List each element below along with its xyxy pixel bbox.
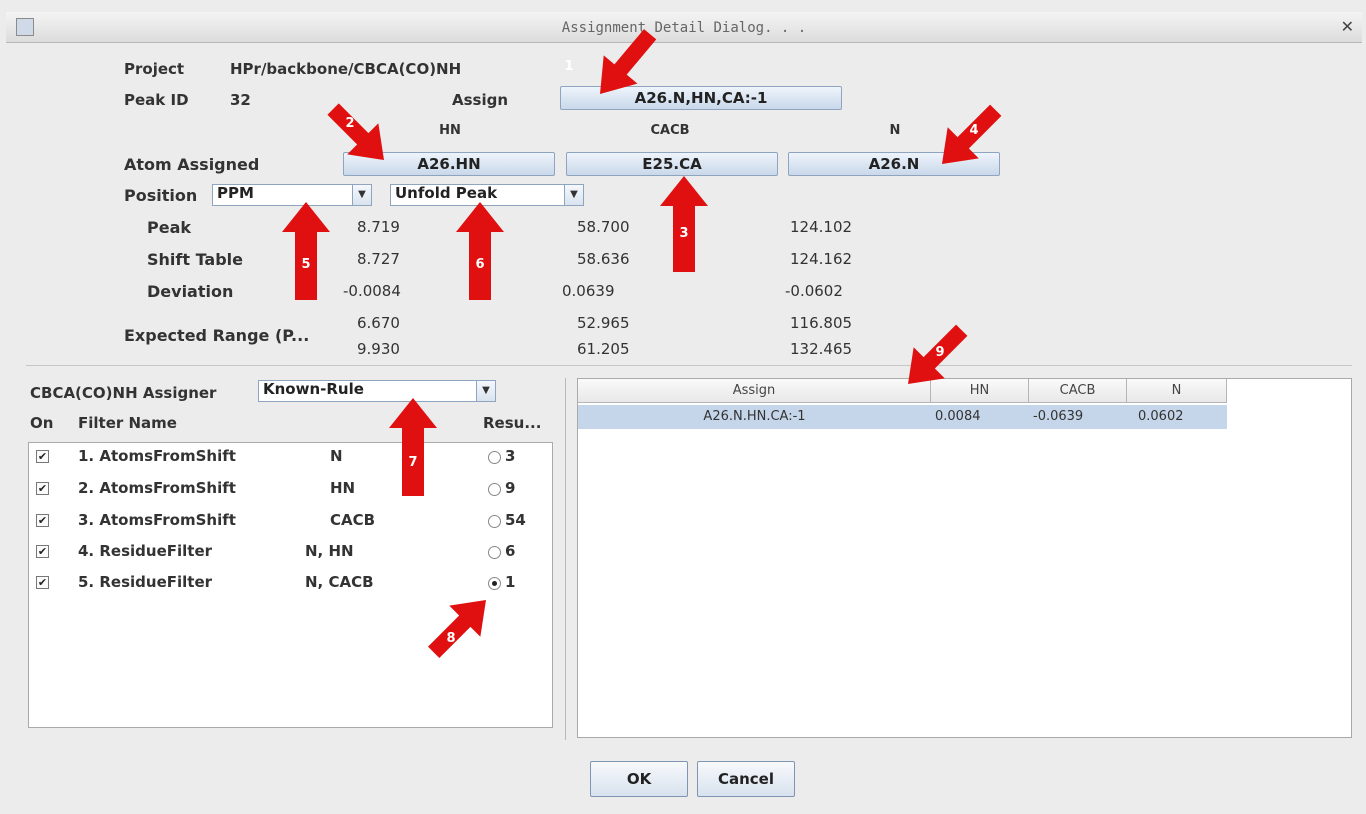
annotation-arrow-8 [428,600,486,658]
annotation-arrow-6 [456,202,504,300]
annotation-label-6: 6 [475,257,484,272]
annotation-label-8: 8 [446,631,455,646]
annotation-label-3: 3 [679,226,688,241]
annotation-arrow-1 [600,29,657,94]
annotation-label-7: 7 [408,455,417,470]
annotation-label-4: 4 [969,123,978,138]
annotation-label-9: 9 [935,345,944,360]
annotation-arrow-5 [282,202,330,300]
annotation-label-1: 1 [564,59,573,74]
annotation-arrow-7 [389,398,437,496]
annotation-arrow-3 [660,176,708,272]
annotation-arrow-2 [327,103,384,160]
annotation-arrows: 1 2 3 4 5 6 7 8 9 [282,29,1002,658]
annotation-label-2: 2 [345,116,354,131]
annotation-label-5: 5 [301,257,310,272]
